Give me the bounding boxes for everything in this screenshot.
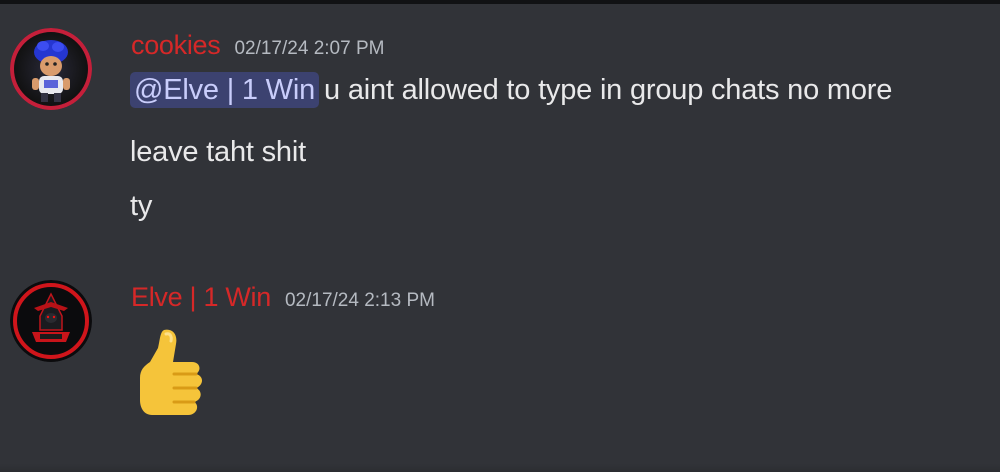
- message-line: ty: [130, 190, 152, 223]
- message-timestamp: 02/17/24 2:07 PM: [234, 38, 385, 59]
- avatar-red-circle-logo-icon: [10, 280, 92, 362]
- avatar-cartoon-character-icon: [10, 28, 92, 110]
- author-name[interactable]: cookies: [131, 30, 221, 60]
- message-text: leave taht shit: [130, 136, 306, 168]
- user-avatar[interactable]: [10, 280, 92, 362]
- user-avatar[interactable]: [10, 28, 92, 110]
- user-mention[interactable]: @Elve | 1 Win: [130, 72, 320, 108]
- thumbs-up-icon: [140, 329, 202, 415]
- message-text: u aint allowed to type in group chats no…: [324, 74, 893, 106]
- message-header: cookies 02/17/24 2:07 PM: [131, 30, 384, 70]
- message-line: @Elve | 1 Win u aint allowed to type in g…: [130, 72, 893, 108]
- thumbs-up-emoji: [130, 322, 234, 426]
- message-text: ty: [130, 190, 153, 222]
- message-timestamp: 02/17/24 2:13 PM: [284, 290, 435, 311]
- message-header: Elve | 1 Win 02/17/24 2:13 PM: [131, 282, 435, 322]
- author-name[interactable]: Elve | 1 Win: [131, 282, 271, 312]
- bottom-edge: [0, 464, 1000, 472]
- message-line: leave taht shit: [130, 136, 306, 169]
- top-divider: [0, 0, 1000, 4]
